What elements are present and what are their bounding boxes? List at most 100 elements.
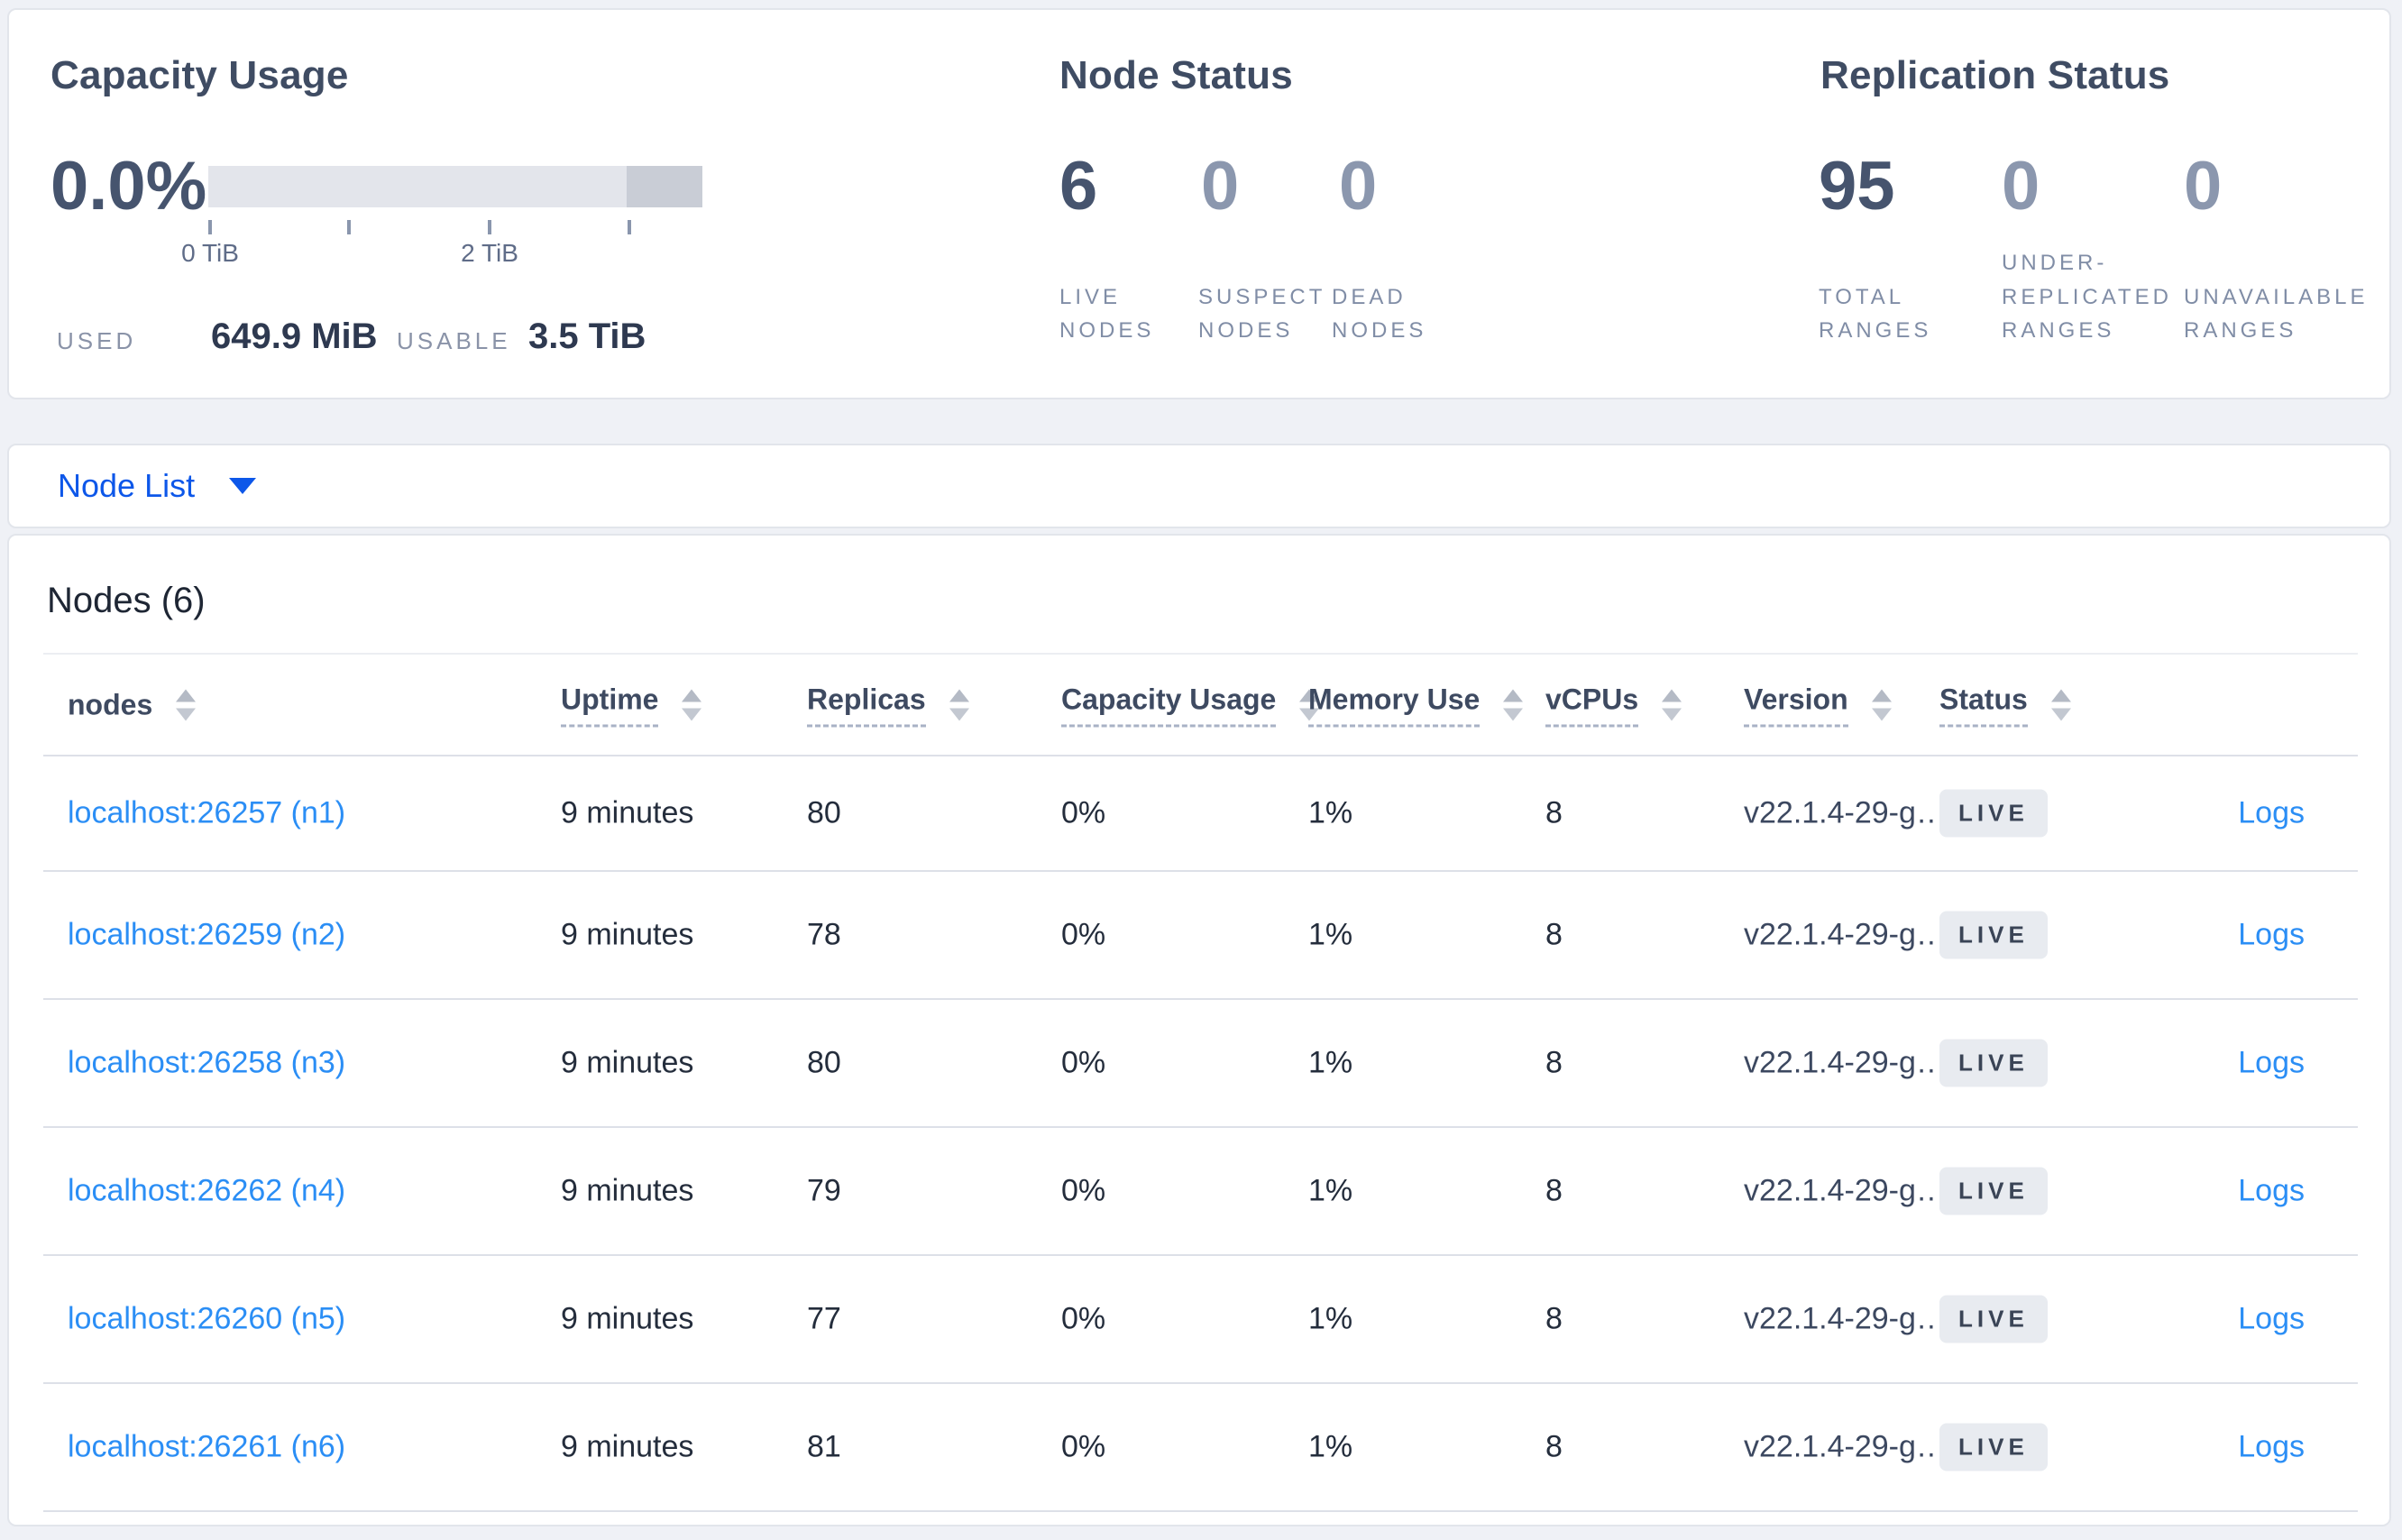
uptime-cell: 9 minutes	[561, 917, 694, 952]
total-ranges-label: TOTAL RANGES	[1819, 284, 1932, 343]
logs-cell: Logs	[2238, 1046, 2305, 1081]
dead-nodes-label: DEAD NODES	[1332, 284, 1427, 343]
table-body: localhost:26257 (n1) 9 minutes 80 0% 1% …	[43, 756, 2358, 1512]
capacity-bar-segment	[627, 166, 702, 207]
memory-use-cell: 1%	[1308, 917, 1353, 952]
status-cell: LIVE	[1939, 1167, 2048, 1215]
column-header-capacity-usage[interactable]: Capacity Usage	[1061, 683, 1320, 727]
node-address-cell: localhost:26257 (n1)	[68, 796, 345, 831]
node-status-title: Node Status	[1059, 53, 1293, 97]
logs-cell: Logs	[2238, 1302, 2305, 1337]
node-address-link[interactable]: localhost:26262 (n4)	[68, 1174, 345, 1208]
column-header-replicas[interactable]: Replicas	[807, 683, 969, 727]
sort-icon	[176, 689, 197, 720]
uptime-cell: 9 minutes	[561, 1301, 694, 1336]
version-cell: v22.1.4-29-g…	[1744, 917, 1947, 952]
logs-link[interactable]: Logs	[2238, 918, 2305, 952]
logs-link[interactable]: Logs	[2238, 1430, 2305, 1464]
column-header-label: Capacity Usage	[1061, 683, 1277, 727]
used-label: USED	[57, 327, 137, 354]
unavailable-ranges-count: 0	[2184, 148, 2223, 225]
table-row: localhost:26260 (n5) 9 minutes 77 0% 1% …	[43, 1256, 2358, 1384]
vcpus-cell: 8	[1545, 1429, 1563, 1464]
unavailable-ranges-label: UNAVAILABLE RANGES	[2184, 284, 2369, 343]
under-replicated-ranges-count: 0	[2002, 148, 2040, 225]
column-header-label: Memory Use	[1308, 683, 1481, 727]
logs-cell: Logs	[2238, 1430, 2305, 1465]
logs-link[interactable]: Logs	[2238, 1302, 2305, 1336]
capacity-usage-cell: 0%	[1061, 917, 1106, 952]
axis-tick	[347, 220, 351, 234]
under-replicated-ranges-label: UNDER-REPLICATED RANGES	[2002, 251, 2172, 343]
status-cell: LIVE	[1939, 1039, 2048, 1087]
node-address-link[interactable]: localhost:26261 (n6)	[68, 1430, 345, 1464]
node-address-cell: localhost:26260 (n5)	[68, 1302, 345, 1337]
node-address-link[interactable]: localhost:26257 (n1)	[68, 796, 345, 830]
live-nodes-count: 6	[1059, 148, 1098, 225]
node-address-link[interactable]: localhost:26260 (n5)	[68, 1302, 345, 1336]
node-address-link[interactable]: localhost:26259 (n2)	[68, 918, 345, 952]
status-cell: LIVE	[1939, 1295, 2048, 1343]
sort-icon	[682, 689, 702, 720]
usable-label: USABLE	[397, 327, 511, 354]
table-row: localhost:26258 (n3) 9 minutes 80 0% 1% …	[43, 1000, 2358, 1128]
capacity-usage-cell: 0%	[1061, 1173, 1106, 1208]
axis-tick	[488, 220, 491, 234]
node-address-cell: localhost:26262 (n4)	[68, 1174, 345, 1209]
column-header-vcpus[interactable]: vCPUs	[1545, 683, 1682, 727]
column-header-nodes[interactable]: nodes	[68, 688, 197, 721]
nodes-table-card: Nodes (6) nodes Uptime Replicas Capacity Us…	[7, 534, 2391, 1526]
sort-icon	[1503, 689, 1524, 720]
capacity-usage-cell: 0%	[1061, 1301, 1106, 1336]
status-cell: LIVE	[1939, 789, 2048, 838]
column-header-label: Version	[1744, 683, 1848, 727]
view-selector-card: Node List	[7, 444, 2391, 528]
node-address-cell: localhost:26258 (n3)	[68, 1046, 345, 1081]
replicas-cell: 81	[807, 1429, 841, 1464]
vcpus-cell: 8	[1545, 1301, 1563, 1336]
uptime-cell: 9 minutes	[561, 1173, 694, 1208]
memory-use-cell: 1%	[1308, 1429, 1353, 1464]
sort-icon	[1871, 689, 1892, 720]
column-header-uptime[interactable]: Uptime	[561, 683, 702, 727]
sort-icon	[1662, 689, 1682, 720]
capacity-usage-title: Capacity Usage	[50, 53, 349, 97]
capacity-usage-bar	[208, 166, 702, 207]
status-badge: LIVE	[1939, 1295, 2048, 1343]
usable-value: 3.5 TiB	[528, 316, 646, 356]
node-address-link[interactable]: localhost:26258 (n3)	[68, 1046, 345, 1080]
logs-link[interactable]: Logs	[2238, 796, 2305, 830]
memory-use-cell: 1%	[1308, 1173, 1353, 1208]
node-list-dropdown[interactable]: Node List	[58, 445, 257, 527]
uptime-cell: 9 minutes	[561, 1429, 694, 1464]
memory-use-cell: 1%	[1308, 1045, 1353, 1080]
column-header-status[interactable]: Status	[1939, 683, 2071, 727]
node-address-cell: localhost:26259 (n2)	[68, 918, 345, 953]
column-header-label: vCPUs	[1545, 683, 1639, 727]
table-header-row: nodes Uptime Replicas Capacity Usage Memory …	[43, 653, 2358, 756]
version-cell: v22.1.4-29-g…	[1744, 1429, 1947, 1464]
replication-status-title: Replication Status	[1820, 53, 2170, 97]
replicas-cell: 80	[807, 1045, 841, 1080]
chevron-down-icon	[229, 478, 257, 494]
capacity-usage-cell: 0%	[1061, 1429, 1106, 1464]
suspect-nodes-count: 0	[1201, 148, 1240, 225]
version-cell: v22.1.4-29-g…	[1744, 1301, 1947, 1336]
column-header-label: Status	[1939, 683, 2028, 727]
memory-use-cell: 1%	[1308, 1301, 1353, 1336]
column-header-version[interactable]: Version	[1744, 683, 1892, 727]
suspect-nodes-label: SUSPECT NODES	[1198, 284, 1325, 343]
vcpus-cell: 8	[1545, 1173, 1563, 1208]
logs-link[interactable]: Logs	[2238, 1046, 2305, 1080]
logs-link[interactable]: Logs	[2238, 1174, 2305, 1208]
replicas-cell: 77	[807, 1301, 841, 1336]
status-cell: LIVE	[1939, 911, 2048, 959]
logs-cell: Logs	[2238, 796, 2305, 831]
table-row: localhost:26259 (n2) 9 minutes 78 0% 1% …	[43, 872, 2358, 1000]
vcpus-cell: 8	[1545, 917, 1563, 952]
nodes-section-title: Nodes (6)	[47, 581, 206, 620]
version-cell: v22.1.4-29-g…	[1744, 795, 1947, 830]
column-header-memory-use[interactable]: Memory Use	[1308, 683, 1524, 727]
cluster-summary-card: Capacity Usage 0.0% 0 TiB 2 TiB USED 649…	[7, 8, 2391, 399]
uptime-cell: 9 minutes	[561, 1045, 694, 1080]
